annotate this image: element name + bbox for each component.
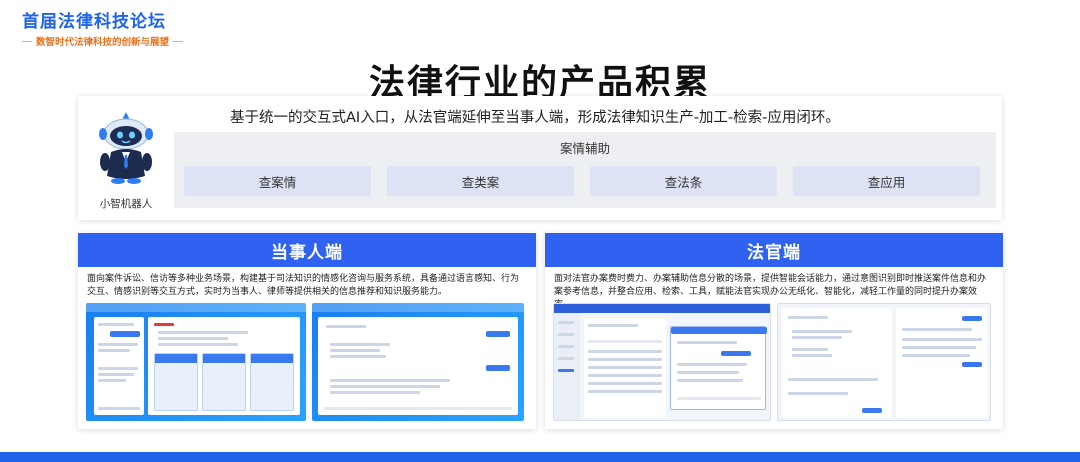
query-similar-case-button[interactable]: 查类案 [387, 166, 574, 196]
service-panel [148, 317, 300, 415]
case-assist-box: 案情辅助 查案情 查类案 查法条 查应用 [174, 132, 996, 208]
party-screenshots [86, 303, 524, 421]
unified-ai-entry-panel: 基于统一的交互式AI入口，从法官端延伸至当事人端，形成法律知识生产-加工-检索-… [78, 96, 1002, 220]
judge-screenshot-2 [777, 303, 991, 421]
window-titlebar [86, 303, 306, 312]
chat-window [318, 317, 518, 415]
window-titlebar [554, 304, 770, 313]
brand-subtitle: 数智时代法律科技的创新与展望 [22, 34, 184, 48]
robot-avatar: 小智机器人 [92, 110, 160, 211]
robot-label: 小智机器人 [99, 198, 153, 210]
party-side-card: 当事人端 面向案件诉讼、信访等多种业务场景，构建基于司法知识的情感化咨询与服务系… [78, 233, 536, 429]
party-screenshot-1 [86, 303, 306, 421]
window-titlebar [312, 303, 524, 312]
judge-side-description: 面对法官办案费时费力、办案辅助信息分散的场景，提供智能会话能力，通过意图识别即时… [554, 274, 987, 310]
brand-subtitle-text: 数智时代法律科技的创新与展望 [36, 37, 170, 48]
info-panel [896, 308, 988, 418]
brand-title: 首届法律科技论坛 [22, 12, 166, 32]
popup-dialog [670, 326, 767, 410]
case-assist-title: 案情辅助 [559, 141, 610, 156]
party-side-title: 当事人端 [78, 233, 536, 267]
side-nav [554, 313, 580, 420]
party-screenshot-2 [312, 303, 524, 421]
judge-screenshots [553, 303, 991, 421]
footer-bar [0, 452, 1080, 462]
chat-panel [94, 317, 144, 415]
judge-side-card: 法官端 面对法官办案费时费力、办案辅助信息分散的场景，提供智能会话能力，通过意图… [545, 233, 1003, 429]
brand-logo: 首届法律科技论坛 数智时代法律科技的创新与展望 [22, 12, 184, 48]
judge-side-title: 法官端 [545, 233, 1003, 267]
query-case-button[interactable]: 查案情 [184, 166, 371, 196]
panel-description: 基于统一的交互式AI入口，从法官端延伸至当事人端，形成法律知识生产-加工-检索-… [230, 110, 840, 126]
query-application-button[interactable]: 查应用 [793, 166, 980, 196]
divider-line [22, 40, 32, 42]
query-law-button[interactable]: 查法条 [590, 166, 777, 196]
chat-panel [782, 308, 892, 418]
divider-line [173, 40, 184, 42]
case-assist-buttons: 查案情 查类案 查法条 查应用 [184, 166, 980, 196]
robot-icon [99, 112, 153, 184]
judge-screenshot-1 [553, 303, 771, 421]
party-side-description: 面向案件诉讼、信访等多种业务场景，构建基于司法知识的情感化咨询与服务系统，具备通… [87, 274, 520, 297]
case-table [584, 318, 666, 418]
